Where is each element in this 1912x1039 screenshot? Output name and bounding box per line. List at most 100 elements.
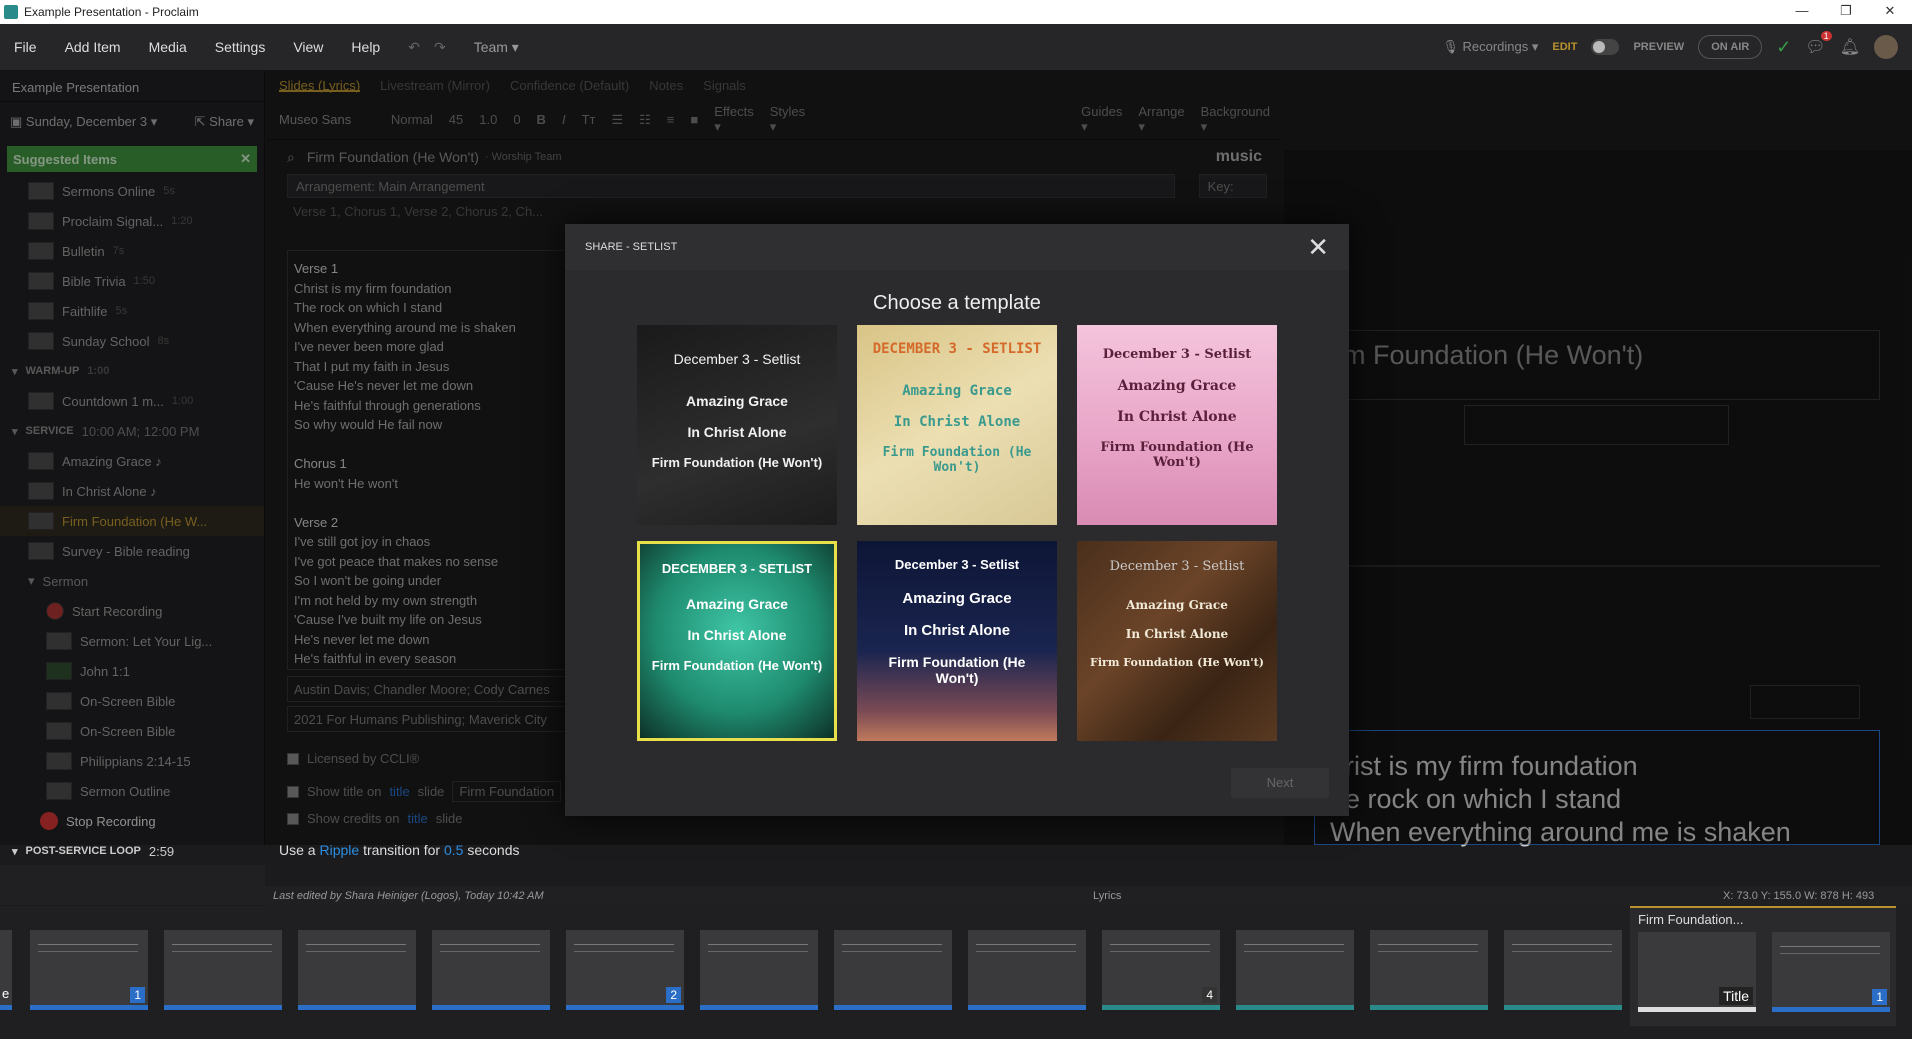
menu-file[interactable]: File — [0, 39, 51, 55]
template-card-green-selected[interactable]: DECEMBER 3 - SETLIST Amazing Grace In Ch… — [637, 541, 837, 741]
slide-text-lines — [1244, 944, 1344, 952]
slide-thumbnail[interactable] — [1370, 930, 1488, 1010]
window-title: Example Presentation - Proclaim — [24, 5, 199, 19]
menu-settings[interactable]: Settings — [201, 39, 280, 55]
close-dialog-icon[interactable]: ✕ — [1307, 234, 1329, 260]
recordings-dropdown[interactable]: 🎙︎ Recordings ▾ — [1442, 39, 1538, 55]
template-song: In Christ Alone — [1117, 409, 1237, 425]
template-card-gold[interactable]: DECEMBER 3 - SETLIST Amazing Grace In Ch… — [857, 325, 1057, 525]
template-song: In Christ Alone — [903, 622, 1011, 639]
slide-text-lines — [708, 944, 808, 952]
template-song: Firm Foundation (He Won't) — [1100, 440, 1254, 470]
dialog-title: SHARE - SETLIST — [585, 241, 678, 253]
last-edited-label: Last edited by Shara Heiniger (Logos), T… — [273, 890, 544, 902]
slide-thumbnail[interactable] — [298, 930, 416, 1010]
template-song: Amazing Grace — [1126, 598, 1228, 612]
menu-help[interactable]: Help — [337, 39, 394, 55]
close-window-button[interactable]: ✕ — [1868, 0, 1912, 24]
slide-thumbnail[interactable]: e — [0, 930, 12, 1010]
template-song: In Christ Alone — [687, 627, 787, 643]
title-slide-thumbnail[interactable]: Title — [1638, 932, 1756, 1012]
template-song: Amazing Grace — [902, 383, 1012, 399]
slide-text-lines — [1110, 944, 1210, 952]
chevron-down-icon: ▾ — [12, 845, 18, 858]
template-song: Firm Foundation (He Won't) — [888, 654, 1026, 686]
menu-add-item[interactable]: Add Item — [51, 39, 135, 55]
slide-thumbnail[interactable]: 4 — [1102, 930, 1220, 1010]
status-bar: Last edited by Shara Heiniger (Logos), T… — [265, 886, 1912, 906]
sync-check-icon[interactable]: ✓ — [1776, 37, 1791, 58]
template-card-pink[interactable]: December 3 - Setlist Amazing Grace In Ch… — [1077, 325, 1277, 525]
preview-label: PREVIEW — [1633, 41, 1685, 53]
section-duration: 2:59 — [148, 843, 175, 859]
slide-text-lines — [1378, 944, 1478, 952]
template-song: Amazing Grace — [902, 590, 1012, 607]
template-heading: DECEMBER 3 - SETLIST — [872, 341, 1042, 357]
template-song: Firm Foundation (He Won't) — [651, 658, 823, 673]
slide-text-lines — [976, 944, 1076, 952]
coordinates-readout: X: 73.0 Y: 155.0 W: 878 H: 493 — [1723, 890, 1875, 902]
slide-thumbnail[interactable] — [164, 930, 282, 1010]
template-song: In Christ Alone — [1125, 627, 1229, 641]
slide-text-lines — [1780, 946, 1880, 954]
dialog-header: SHARE - SETLIST ✕ — [565, 224, 1349, 270]
bell-icon[interactable]: 🔔︎ — [1840, 37, 1860, 57]
slide-text-lines — [38, 944, 138, 952]
slide-number: 2 — [666, 987, 681, 1003]
edit-preview-toggle[interactable] — [1591, 39, 1620, 55]
template-heading: December 3 - Setlist — [673, 351, 801, 367]
slide-number: 4 — [1202, 987, 1217, 1003]
slide-thumbnail[interactable] — [432, 930, 550, 1010]
slide-thumbnail[interactable] — [1236, 930, 1354, 1010]
minimize-button[interactable]: — — [1780, 0, 1824, 24]
slide-thumbnail[interactable]: 2 — [566, 930, 684, 1010]
slide-thumbnail[interactable] — [834, 930, 952, 1010]
chat-icon[interactable]: 💬︎ 1 — [1805, 31, 1832, 57]
template-card-dark[interactable]: December 3 - Setlist Amazing Grace In Ch… — [637, 325, 837, 525]
slide-thumbnail[interactable]: 1 — [30, 930, 148, 1010]
top-right-controls: 🎙︎ Recordings ▾ EDIT PREVIEW ON AIR ✓ 💬︎… — [1442, 24, 1912, 70]
template-song: In Christ Alone — [893, 414, 1021, 430]
slide-label: e — [2, 986, 10, 1001]
on-air-button[interactable]: ON AIR — [1698, 35, 1763, 59]
slide-text-lines — [1512, 944, 1612, 952]
undo-icon[interactable]: ↶ — [394, 39, 434, 56]
slide-label: Title — [1719, 987, 1753, 1005]
template-heading: December 3 - Setlist — [1109, 559, 1245, 574]
team-dropdown[interactable]: Team ▾ — [460, 39, 533, 56]
template-card-wood[interactable]: December 3 - Setlist Amazing Grace In Ch… — [1077, 541, 1277, 741]
post-service-panel — [0, 865, 265, 905]
slide-thumbnail[interactable] — [700, 930, 818, 1010]
redo-icon[interactable]: ↷ — [434, 39, 460, 56]
avatar[interactable] — [1874, 35, 1898, 59]
window-titlebar: Example Presentation - Proclaim — ❐ ✕ — [0, 0, 1912, 24]
template-song: Firm Foundation (He Won't) — [882, 445, 1032, 475]
slide-thumbnail[interactable] — [968, 930, 1086, 1010]
next-button[interactable]: Next — [1231, 768, 1329, 798]
slide-filmstrip: e 1 2 4 Firm Foundation... Title 1 — [0, 906, 1912, 1039]
template-heading: DECEMBER 3 - SETLIST — [661, 561, 813, 576]
template-heading: December 3 - Setlist — [1102, 347, 1252, 362]
slide-thumbnail[interactable] — [1504, 930, 1622, 1010]
maximize-button[interactable]: ❐ — [1824, 0, 1868, 24]
template-song: Firm Foundation (He Won't) — [1090, 656, 1264, 669]
proclaim-app-icon — [4, 5, 18, 19]
template-song: Amazing Grace — [1117, 378, 1237, 394]
menu-media[interactable]: Media — [135, 39, 201, 55]
slide-number: 1 — [130, 987, 145, 1003]
current-item-title[interactable]: Firm Foundation... — [1630, 908, 1896, 931]
slide-text-lines — [306, 944, 406, 952]
slide-text-lines — [574, 944, 674, 952]
section-label: POST-SERVICE LOOP — [25, 845, 141, 857]
microphone-icon: 🎙︎ — [1442, 39, 1459, 54]
menu-view[interactable]: View — [279, 39, 337, 55]
current-item-group: Firm Foundation... Title 1 — [1630, 906, 1896, 1026]
dialog-heading: Choose a template — [873, 292, 1041, 314]
slide-text-lines — [440, 944, 540, 952]
slide-text-lines — [842, 944, 942, 952]
slide-number: 1 — [1872, 989, 1887, 1005]
slide-thumbnail[interactable]: 1 — [1772, 932, 1890, 1012]
template-card-night[interactable]: December 3 - Setlist Amazing Grace In Ch… — [857, 541, 1057, 741]
menu-bar: File Add Item Media Settings View Help ↶… — [0, 24, 1912, 70]
chat-badge: 1 — [1820, 31, 1832, 41]
